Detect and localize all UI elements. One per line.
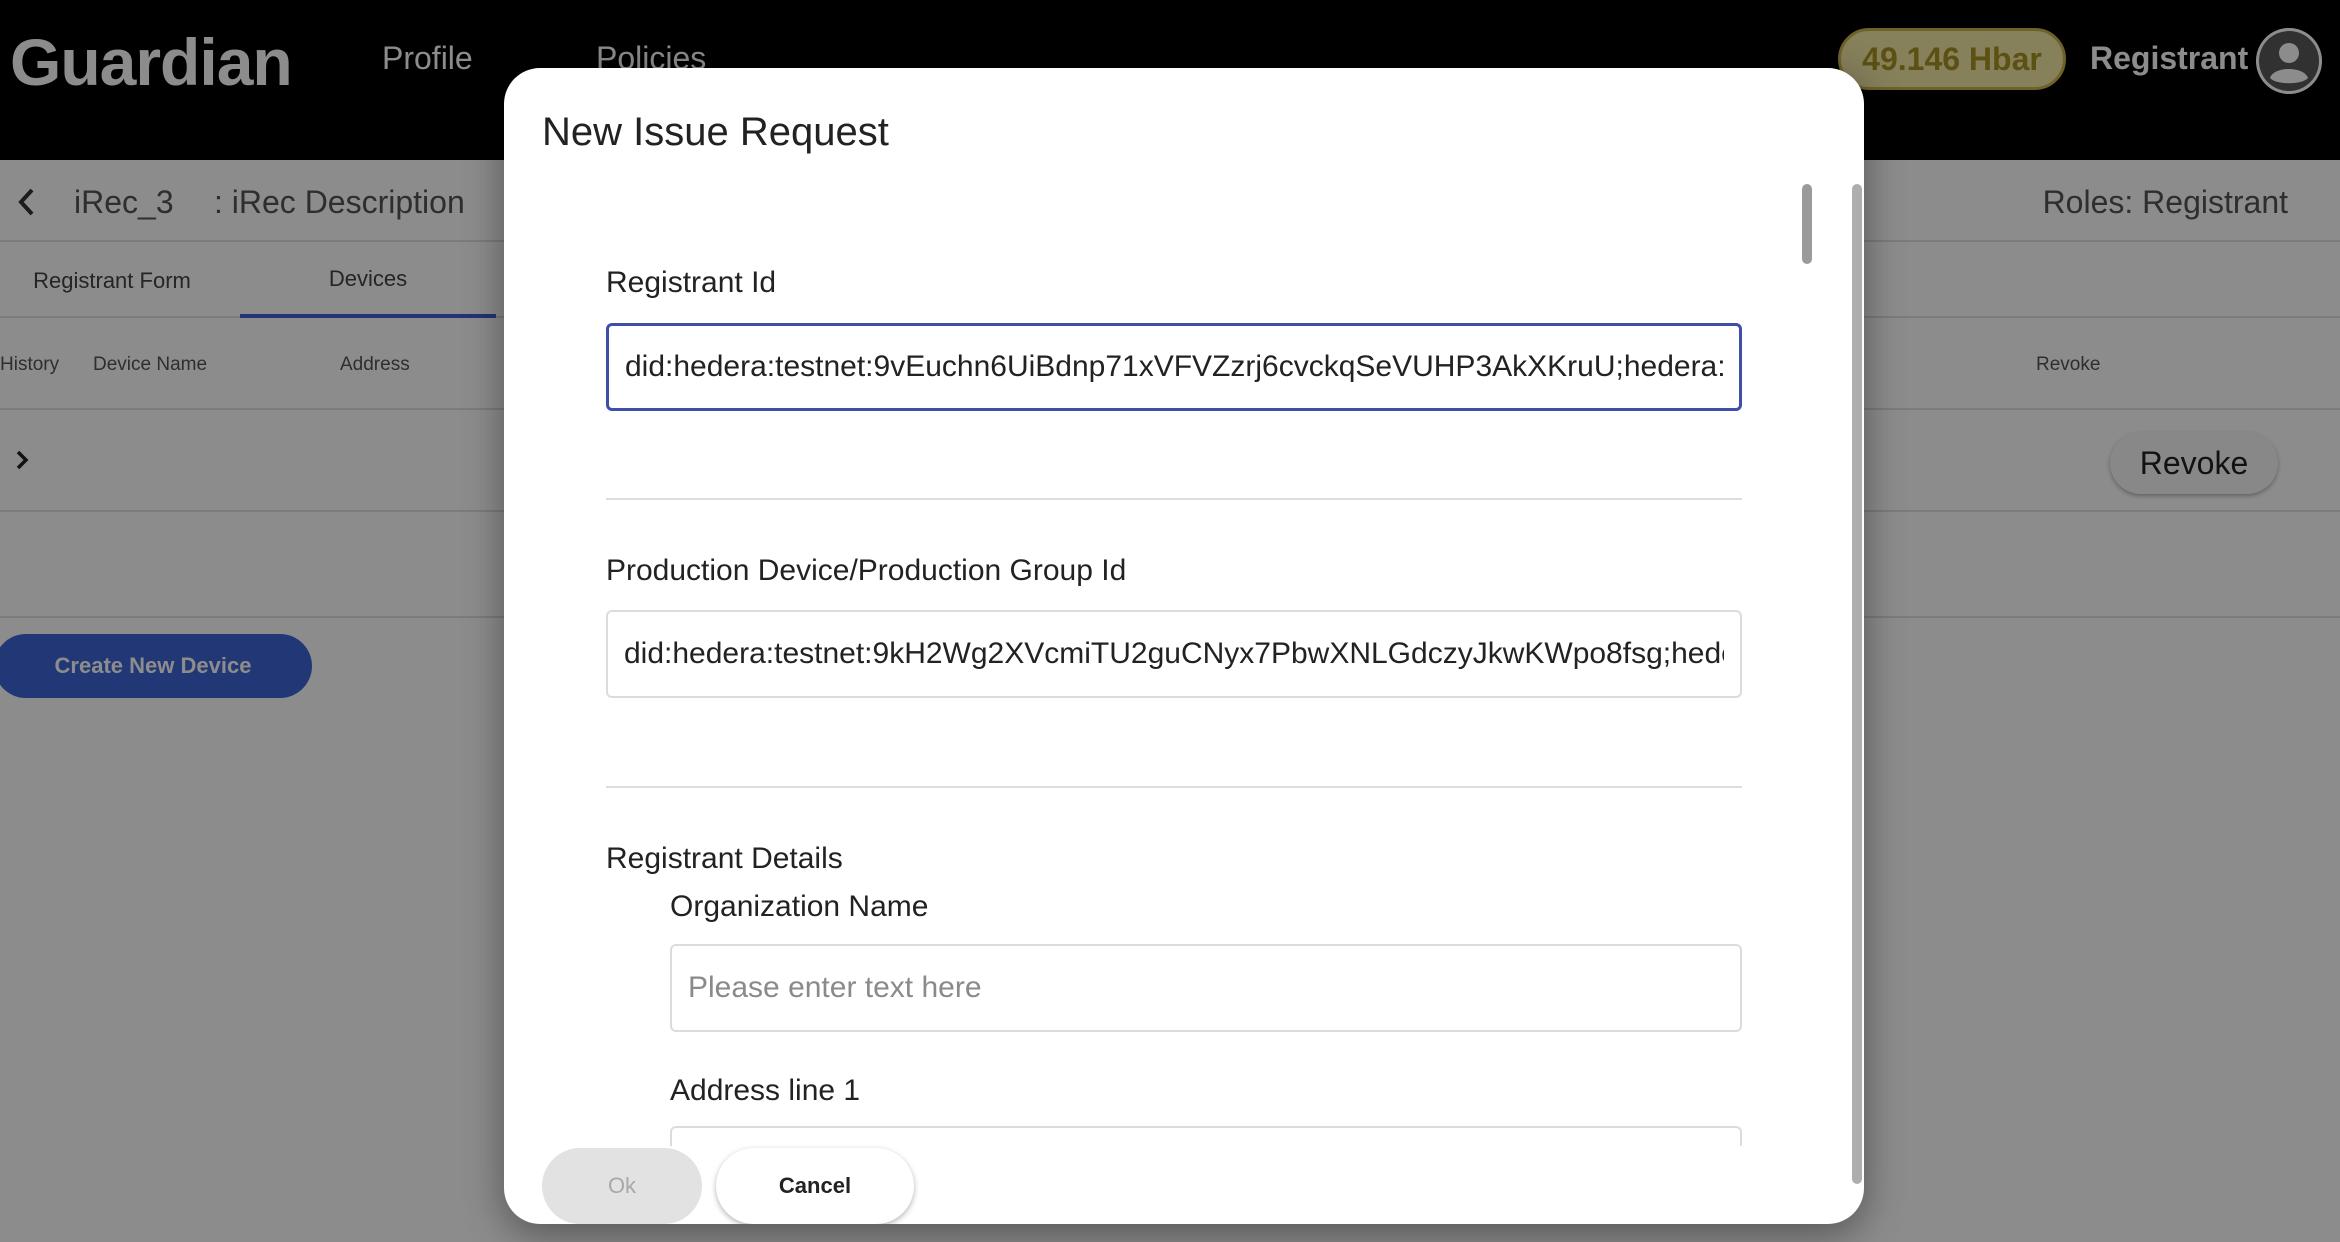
registrant-details-heading: Registrant Details <box>606 842 843 875</box>
dialog-actions: Ok Cancel <box>504 1148 1864 1224</box>
address-line-1-input[interactable] <box>670 1126 1742 1146</box>
divider <box>606 498 1742 500</box>
registrant-id-label: Registrant Id <box>606 266 777 299</box>
registrant-id-input[interactable] <box>606 323 1742 411</box>
ok-button[interactable]: Ok <box>542 1148 702 1224</box>
organization-name-input[interactable] <box>670 944 1742 1032</box>
dialog-form: Registrant Id Production Device/Producti… <box>504 182 1864 1146</box>
device-id-input[interactable] <box>606 610 1742 698</box>
address-line-1-label: Address line 1 <box>670 1074 861 1107</box>
divider <box>606 786 1742 788</box>
scrollbar-thumb[interactable] <box>1802 184 1812 264</box>
organization-name-label: Organization Name <box>670 890 929 923</box>
cancel-button[interactable]: Cancel <box>716 1148 914 1224</box>
dialog-title: New Issue Request <box>542 110 889 154</box>
device-id-label: Production Device/Production Group Id <box>606 554 1127 587</box>
scrollbar[interactable] <box>1852 184 1862 1184</box>
new-issue-request-dialog: New Issue Request Registrant Id Producti… <box>504 68 1864 1224</box>
